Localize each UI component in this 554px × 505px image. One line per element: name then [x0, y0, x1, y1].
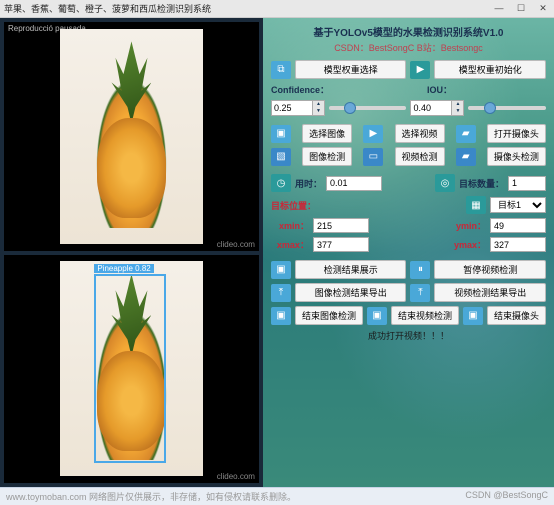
clideo-watermark: clideo.com: [217, 240, 255, 249]
xmax-field[interactable]: [313, 237, 369, 252]
show-result-icon[interactable]: ▣: [271, 261, 291, 279]
footer: www.toymoban.com 网络图片仅供展示，非存储，如有侵权请联系删除。…: [0, 488, 554, 505]
app-subtitle: CSDN：BestSongC B站：Bestsongc: [271, 41, 546, 54]
ymin-label: ymin：: [448, 219, 486, 232]
xmin-label: xmin：: [271, 219, 309, 232]
target-icon: ◎: [435, 174, 455, 192]
preview-panel: Reproducció pausada clideo.com Pineapple…: [0, 18, 263, 487]
image-icon[interactable]: ▣: [271, 125, 291, 143]
export-image-icon[interactable]: ⤒: [271, 284, 291, 302]
detection-label: Pineapple 0.82: [94, 264, 153, 273]
end-image-icon[interactable]: ▣: [271, 307, 291, 325]
confidence-input[interactable]: [271, 100, 313, 116]
end-video-icon[interactable]: ▣: [367, 307, 387, 325]
end-video-button[interactable]: 结束视频检测: [391, 306, 459, 325]
iou-input[interactable]: [410, 100, 452, 116]
select-video-button[interactable]: 选择视频: [395, 124, 445, 143]
grid-icon: ▦: [466, 196, 486, 214]
play-icon[interactable]: ▶: [363, 125, 383, 143]
ymax-field[interactable]: [490, 237, 546, 252]
export-video-icon[interactable]: ⤒: [410, 284, 430, 302]
video-detect-button[interactable]: 视频检测: [395, 147, 445, 166]
camera-detect-button[interactable]: 摄像头检测: [487, 147, 546, 166]
select-image-button[interactable]: 选择图像: [302, 124, 352, 143]
footer-left: www.toymoban.com 网络图片仅供展示，非存储，如有侵权请联系删除。: [6, 490, 296, 503]
xmax-label: xmax：: [271, 238, 309, 251]
time-label: 用时：: [295, 177, 322, 190]
ymin-field[interactable]: [490, 218, 546, 233]
window-controls: — ☐ ✕: [492, 3, 550, 14]
time-field[interactable]: [326, 176, 382, 191]
init-icon[interactable]: ▶: [410, 61, 430, 79]
iou-slider[interactable]: [468, 106, 546, 110]
maximize-button[interactable]: ☐: [514, 3, 528, 14]
end-image-button[interactable]: 结束图像检测: [295, 306, 363, 325]
iou-spinner[interactable]: ▲▼: [410, 100, 464, 116]
model-select-button[interactable]: 模型权重选择: [295, 60, 407, 79]
app-title: 基于YOLOv5模型的水果检测识别系统V1.0: [271, 24, 546, 39]
confidence-slider[interactable]: [329, 106, 407, 110]
model-init-button[interactable]: 模型权重初始化: [434, 60, 546, 79]
clideo-watermark-2: clideo.com: [217, 472, 255, 481]
pause-icon[interactable]: ⏸: [410, 261, 430, 279]
open-camera-button[interactable]: 打开摄像头: [487, 124, 546, 143]
folder-icon[interactable]: ⧉: [271, 61, 291, 79]
iou-label: IOU：: [427, 83, 452, 96]
show-result-button[interactable]: 检测结果展示: [295, 260, 407, 279]
confidence-spinner[interactable]: ▲▼: [271, 100, 325, 116]
position-label: 目标位置：: [271, 199, 316, 212]
camera-icon[interactable]: ▰: [456, 125, 476, 143]
minimize-button[interactable]: —: [492, 3, 506, 14]
spinner-arrows[interactable]: ▲▼: [452, 100, 464, 116]
window-title: 苹果、香蕉、葡萄、橙子、菠萝和西瓜检测识别系统: [4, 2, 492, 15]
camera-detect-icon[interactable]: ▰: [456, 148, 476, 166]
source-image-view: Reproducció pausada clideo.com: [4, 22, 259, 251]
control-panel: 基于YOLOv5模型的水果检测识别系统V1.0 CSDN：BestSongC B…: [263, 18, 554, 487]
image-detect-button[interactable]: 图像检测: [302, 147, 352, 166]
count-label: 目标数量：: [459, 177, 504, 190]
clock-icon: ◷: [271, 174, 291, 192]
target-select[interactable]: 目标1: [490, 197, 546, 213]
image-detect-icon[interactable]: ▧: [271, 148, 291, 166]
detection-bbox: Pineapple 0.82: [94, 274, 165, 463]
export-video-button[interactable]: 视频检测结果导出: [434, 283, 546, 302]
end-camera-icon[interactable]: ▣: [463, 307, 483, 325]
export-image-button[interactable]: 图像检测结果导出: [295, 283, 407, 302]
video-detect-icon[interactable]: ▭: [363, 148, 383, 166]
result-image-view: Pineapple 0.82 clideo.com: [4, 255, 259, 484]
status-text: 成功打开视频！！！: [271, 329, 546, 342]
footer-right: CSDN @BestSongC: [465, 490, 548, 503]
confidence-label: Confidence：: [271, 83, 329, 96]
spinner-arrows[interactable]: ▲▼: [313, 100, 325, 116]
pause-video-button[interactable]: 暂停视频检测: [434, 260, 546, 279]
title-bar: 苹果、香蕉、葡萄、橙子、菠萝和西瓜检测识别系统 — ☐ ✕: [0, 0, 554, 18]
pineapple-image: [82, 45, 182, 228]
count-field[interactable]: [508, 176, 546, 191]
ymax-label: ymax：: [448, 238, 486, 251]
xmin-field[interactable]: [313, 218, 369, 233]
close-button[interactable]: ✕: [536, 3, 550, 14]
end-camera-button[interactable]: 结束摄像头: [487, 306, 546, 325]
